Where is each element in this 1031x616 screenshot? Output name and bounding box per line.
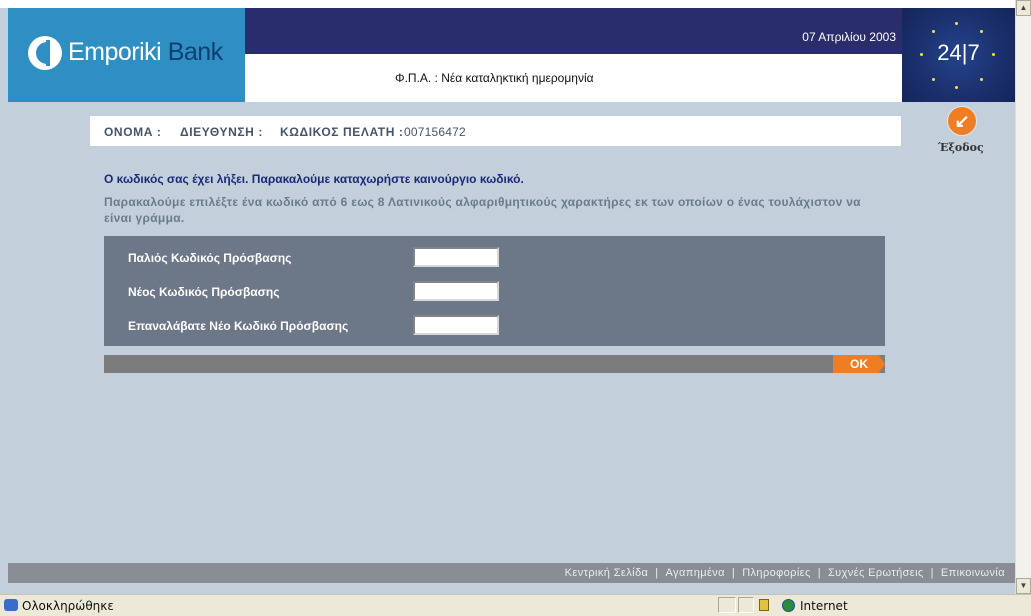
vertical-scrollbar[interactable]: ▲ ▼ — [1015, 0, 1031, 594]
footer-link-info[interactable]: Πληροφορίες — [742, 567, 811, 579]
security-zone-text: Internet — [800, 599, 848, 613]
star-icon — [932, 30, 935, 33]
client-code-label: ΚΩΔΙΚΟΣ ΠΕΛΑΤΗ : — [280, 125, 404, 139]
header-announcement: Φ.Π.Α. : Νέα καταληκτική ημερομηνία — [245, 54, 902, 102]
star-icon — [980, 78, 983, 81]
footer-link-home[interactable]: Κεντρική Σελίδα — [565, 567, 649, 579]
globe-icon — [782, 599, 795, 612]
footer-nav: Κεντρική Σελίδα | Αγαπημένα | Πληροφορίες | Συ… — [8, 563, 1015, 583]
client-code-value: 007156472 — [404, 125, 466, 139]
logo-word-bank: Bank — [167, 38, 223, 66]
badge-text: 24|7 — [937, 40, 980, 65]
bank-logo[interactable]: Emporiki Bank — [8, 8, 245, 102]
status-pane — [718, 597, 736, 613]
client-info-bar: ΟΝΟΜΑ : ΔΙΕΥΘΥΝΣΗ : ΚΩΔΙΚΟΣ ΠΕΛΑΤΗ : 007… — [90, 116, 901, 146]
exit-link[interactable]: Έξοδος — [938, 141, 984, 154]
bank-logo-text: Emporiki Bank — [68, 38, 223, 67]
client-address-label: ΔΙΕΥΘΥΝΣΗ : — [180, 125, 263, 139]
password-form: Παλιός Κωδικός Πρόσβασης Νέος Κωδικός Πρ… — [104, 236, 885, 346]
old-password-input[interactable] — [413, 247, 499, 267]
logo-word-emporiki: Emporiki — [68, 38, 162, 66]
footer-separator: | — [930, 567, 934, 579]
footer-separator: | — [817, 567, 821, 579]
new-password-input[interactable] — [413, 281, 499, 301]
exit-arrow-icon[interactable]: ↙ — [947, 106, 977, 136]
star-icon — [955, 86, 958, 89]
footer-separator: | — [731, 567, 736, 579]
repeat-password-input[interactable] — [413, 315, 499, 335]
status-pane — [738, 597, 754, 613]
star-icon — [955, 22, 958, 25]
browser-statusbar: Ολοκληρώθηκε Internet — [0, 594, 1031, 616]
ok-button[interactable]: OK — [833, 355, 885, 373]
new-password-label: Νέος Κωδικός Πρόσβασης — [128, 285, 280, 299]
password-instructions: Παρακαλούμε επιλέξτε ένα κωδικό από 6 εω… — [104, 195, 861, 225]
footer-link-faq[interactable]: Συχνές Ερωτήσεις — [828, 567, 924, 579]
star-icon — [932, 78, 935, 81]
top-strip — [0, 0, 1015, 8]
browser-viewport: Emporiki Bank 07 Απριλίου 2003 Φ.Π.Α. : … — [0, 0, 1015, 594]
footer-separator: | — [655, 567, 659, 579]
bank-logo-icon — [28, 36, 62, 70]
scroll-up-icon[interactable]: ▲ — [1016, 0, 1031, 16]
header-bar: 07 Απριλίου 2003 — [245, 8, 902, 54]
footer-link-favorites[interactable]: Αγαπημένα — [666, 567, 725, 579]
star-icon — [980, 30, 983, 33]
footer-links: Κεντρική Σελίδα | Αγαπημένα | Πληροφορίες | Συ… — [565, 567, 1005, 579]
lock-icon — [759, 599, 769, 611]
client-name-label: ΟΝΟΜΑ : — [104, 125, 162, 139]
ie-page-icon — [4, 599, 18, 611]
old-password-label: Παλιός Κωδικός Πρόσβασης — [128, 251, 292, 265]
badge-24-7: 24|7 — [902, 8, 1015, 102]
password-expired-message: Ο κωδικός σας έχει λήξει. Παρακαλούμε κα… — [104, 172, 524, 186]
status-text: Ολοκληρώθηκε — [22, 599, 114, 613]
scroll-down-icon[interactable]: ▼ — [1016, 578, 1031, 594]
announcement-text: Φ.Π.Α. : Νέα καταληκτική ημερομηνία — [395, 71, 594, 85]
footer-link-contact[interactable]: Επικοινωνία — [941, 567, 1005, 579]
repeat-password-label: Επαναλάβατε Νέο Κωδικό Πρόσβασης — [128, 319, 349, 333]
ok-bar: OK — [104, 355, 885, 373]
header-date: 07 Απριλίου 2003 — [802, 30, 896, 44]
